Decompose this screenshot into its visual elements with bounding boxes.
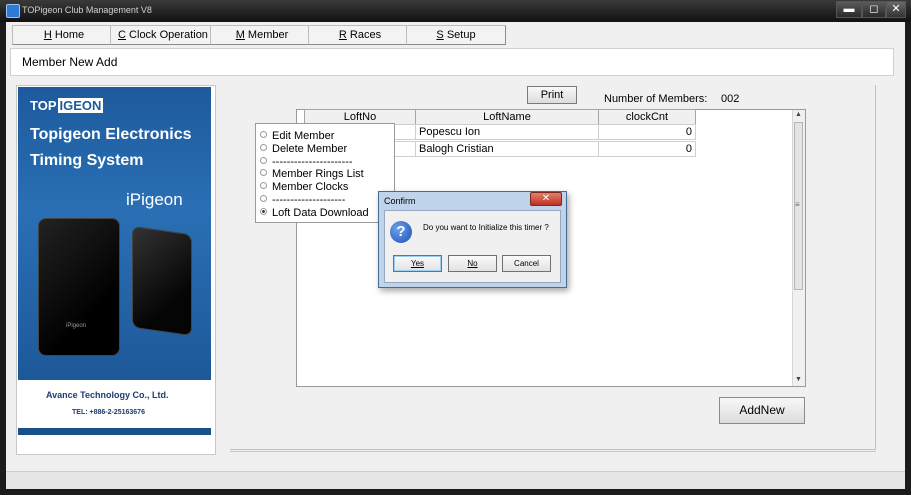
form-header — [10, 48, 894, 76]
no-label: No — [467, 259, 478, 268]
cancel-button[interactable]: Cancel — [502, 255, 551, 272]
option-separator-2[interactable]: -------------------- — [260, 194, 345, 207]
yes-button[interactable]: Yes — [393, 255, 442, 272]
form-title: Member New Add — [22, 55, 118, 69]
cell-loftname[interactable]: Popescu Ion — [415, 124, 599, 140]
radio-icon[interactable] — [260, 157, 267, 164]
maximize-button[interactable]: ◻ — [862, 1, 886, 18]
menu-clock-operation-key: C — [118, 29, 126, 41]
close-button[interactable]: ✕ — [886, 1, 906, 18]
menu-setup-key: S — [436, 29, 444, 41]
menu-races-key: R — [338, 29, 347, 41]
menu-home[interactable]: H Home — [12, 25, 116, 45]
cell-clockcnt[interactable]: 0 — [598, 141, 696, 157]
scroll-grip-icon: ≡ — [795, 200, 800, 209]
banner-title-line1: Topigeon Electronics — [30, 126, 192, 143]
status-strip — [6, 471, 905, 489]
banner-company: Avance Technology Co., Ltd. — [46, 390, 169, 400]
option-label: Loft Data Download — [272, 207, 369, 219]
dialog-title: Confirm — [384, 196, 416, 206]
option-label: Member Rings List — [272, 168, 364, 180]
banner-title-line2: Timing System — [30, 152, 144, 169]
option-label: Delete Member — [272, 143, 348, 155]
add-new-button[interactable]: AddNew — [719, 397, 805, 424]
brand-logo-prefix: TOP — [30, 98, 57, 113]
option-member-rings-list[interactable]: Member Rings List — [260, 168, 364, 181]
dialog-message: Do you want to Initialize this timer ? — [423, 223, 549, 232]
minimize-button[interactable]: ▬ — [836, 1, 862, 18]
no-button[interactable]: No — [448, 255, 497, 272]
menu-home-label: Home — [51, 29, 85, 41]
radio-icon[interactable] — [260, 182, 267, 189]
option-label: Member Clocks — [272, 181, 349, 193]
window-title: TOPigeon Club Management V8 — [22, 5, 152, 15]
radio-selected-icon[interactable] — [260, 208, 267, 215]
column-header-loftname[interactable]: LoftName — [415, 109, 599, 125]
radio-icon[interactable] — [260, 144, 267, 151]
dialog-body — [384, 210, 561, 283]
dialog-close-button[interactable]: ✕ — [530, 192, 562, 206]
device-front-image — [38, 218, 120, 356]
banner-tel: TEL: +886-2-25163676 — [72, 409, 145, 416]
radio-icon[interactable] — [260, 169, 267, 176]
menu-setup-label: Setup — [443, 29, 476, 41]
question-icon: ? — [390, 221, 412, 243]
option-label: Edit Member — [272, 130, 335, 142]
menu-races-label: Races — [346, 29, 382, 41]
menu-member[interactable]: M Member — [210, 25, 314, 45]
option-member-clocks[interactable]: Member Clocks — [260, 181, 348, 194]
menu-home-key: H — [43, 29, 52, 41]
menu-setup[interactable]: S Setup — [406, 25, 506, 45]
cell-loftname[interactable]: Balogh Cristian — [415, 141, 599, 157]
device-side-image — [132, 225, 192, 337]
radio-icon[interactable] — [260, 131, 267, 138]
option-loft-data-download[interactable]: Loft Data Download — [260, 207, 369, 220]
brand-logo: TOP IGEON — [30, 98, 104, 113]
print-button[interactable]: Print — [527, 86, 577, 104]
option-label: -------------------- — [272, 194, 346, 206]
banner-footer — [18, 380, 211, 428]
option-edit-member[interactable]: Edit Member — [260, 130, 334, 143]
cell-clockcnt[interactable]: 0 — [598, 124, 696, 140]
banner-product-name: iPigeon — [126, 190, 183, 209]
brand-logo-box: IGEON — [57, 98, 104, 113]
scroll-down-icon[interactable]: ▼ — [795, 376, 802, 383]
menu-clock-operation-label: Clock Operation — [126, 29, 208, 41]
menu-member-label: Member — [244, 29, 289, 41]
members-count-label: Number of Members: — [604, 93, 708, 105]
option-label: ---------------------- — [272, 156, 353, 168]
members-count-value: 002 — [721, 93, 740, 105]
menu-races[interactable]: R Races — [308, 25, 412, 45]
option-delete-member[interactable]: Delete Member — [260, 143, 347, 156]
radio-icon[interactable] — [260, 195, 267, 202]
scroll-up-icon[interactable]: ▲ — [795, 111, 802, 118]
yes-label: Yes — [410, 259, 425, 268]
divider — [230, 451, 876, 452]
device-label: iPigeon — [66, 323, 87, 329]
menu-bar: H Home C Clock Operation M Member R Race… — [6, 25, 506, 46]
menu-clock-operation[interactable]: C Clock Operation — [110, 25, 216, 45]
app-icon — [6, 4, 20, 18]
column-header-clockcnt[interactable]: clockCnt — [598, 109, 696, 125]
menu-member-key: M — [235, 29, 245, 41]
